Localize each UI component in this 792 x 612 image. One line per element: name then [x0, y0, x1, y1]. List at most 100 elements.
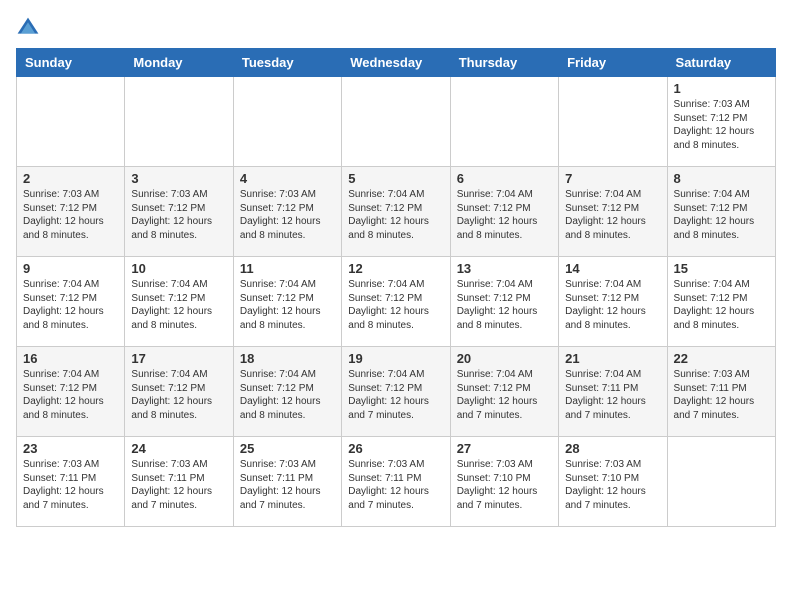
calendar-day-cell: 10 Sunrise: 7:04 AM Sunset: 7:12 PM Dayli… [125, 257, 233, 347]
day-number: 22 [674, 351, 769, 366]
calendar-day-cell: 23 Sunrise: 7:03 AM Sunset: 7:11 PM Dayli… [17, 437, 125, 527]
calendar-day-cell: 15 Sunrise: 7:04 AM Sunset: 7:12 PM Dayli… [667, 257, 775, 347]
day-number: 6 [457, 171, 552, 186]
weekday-header-cell: Thursday [450, 49, 558, 77]
day-info: Sunrise: 7:04 AM Sunset: 7:12 PM Dayligh… [131, 278, 226, 332]
day-info: Sunrise: 7:03 AM Sunset: 7:10 PM Dayligh… [457, 458, 552, 512]
day-number: 3 [131, 171, 226, 186]
day-info: Sunrise: 7:03 AM Sunset: 7:11 PM Dayligh… [674, 368, 769, 422]
day-info: Sunrise: 7:04 AM Sunset: 7:12 PM Dayligh… [565, 278, 660, 332]
calendar-day-cell: 16 Sunrise: 7:04 AM Sunset: 7:12 PM Dayli… [17, 347, 125, 437]
day-number: 12 [348, 261, 443, 276]
day-number: 9 [23, 261, 118, 276]
weekday-header-cell: Monday [125, 49, 233, 77]
calendar-day-cell [559, 77, 667, 167]
calendar-day-cell: 20 Sunrise: 7:04 AM Sunset: 7:12 PM Dayli… [450, 347, 558, 437]
day-number: 16 [23, 351, 118, 366]
calendar-day-cell: 5 Sunrise: 7:04 AM Sunset: 7:12 PM Daylig… [342, 167, 450, 257]
calendar-day-cell: 9 Sunrise: 7:04 AM Sunset: 7:12 PM Daylig… [17, 257, 125, 347]
calendar-day-cell: 25 Sunrise: 7:03 AM Sunset: 7:11 PM Dayli… [233, 437, 341, 527]
calendar-day-cell: 7 Sunrise: 7:04 AM Sunset: 7:12 PM Daylig… [559, 167, 667, 257]
calendar-day-cell: 24Sunrise: 7:03 AM Sunset: 7:11 PM Dayli… [125, 437, 233, 527]
weekday-header-cell: Friday [559, 49, 667, 77]
calendar-day-cell: 8 Sunrise: 7:04 AM Sunset: 7:12 PM Daylig… [667, 167, 775, 257]
day-info: Sunrise: 7:04 AM Sunset: 7:12 PM Dayligh… [240, 368, 335, 422]
weekday-header-cell: Tuesday [233, 49, 341, 77]
day-number: 14 [565, 261, 660, 276]
calendar-day-cell [342, 77, 450, 167]
calendar-day-cell: 17 Sunrise: 7:04 AM Sunset: 7:12 PM Dayli… [125, 347, 233, 437]
calendar-day-cell: 12 Sunrise: 7:04 AM Sunset: 7:12 PM Dayli… [342, 257, 450, 347]
day-number: 8 [674, 171, 769, 186]
day-number: 7 [565, 171, 660, 186]
day-number: 1 [674, 81, 769, 96]
calendar-week-row: 1 Sunrise: 7:03 AM Sunset: 7:12 PM Daylig… [17, 77, 776, 167]
calendar-day-cell [450, 77, 558, 167]
calendar-week-row: 23 Sunrise: 7:03 AM Sunset: 7:11 PM Dayli… [17, 437, 776, 527]
day-info: Sunrise: 7:04 AM Sunset: 7:12 PM Dayligh… [674, 188, 769, 242]
day-number: 25 [240, 441, 335, 456]
day-number: 15 [674, 261, 769, 276]
day-number: 4 [240, 171, 335, 186]
day-number: 19 [348, 351, 443, 366]
page-header [16, 16, 776, 40]
calendar-day-cell: 19 Sunrise: 7:04 AM Sunset: 7:12 PM Dayli… [342, 347, 450, 437]
day-info: Sunrise: 7:04 AM Sunset: 7:12 PM Dayligh… [348, 188, 443, 242]
weekday-header-row: SundayMondayTuesdayWednesdayThursdayFrid… [17, 49, 776, 77]
day-info: Sunrise: 7:04 AM Sunset: 7:12 PM Dayligh… [348, 278, 443, 332]
day-number: 21 [565, 351, 660, 366]
day-info: Sunrise: 7:04 AM Sunset: 7:12 PM Dayligh… [240, 278, 335, 332]
calendar-day-cell [667, 437, 775, 527]
day-info: Sunrise: 7:03 AM Sunset: 7:12 PM Dayligh… [131, 188, 226, 242]
day-info: Sunrise: 7:03 AM Sunset: 7:11 PM Dayligh… [348, 458, 443, 512]
day-number: 20 [457, 351, 552, 366]
day-info: Sunrise: 7:04 AM Sunset: 7:12 PM Dayligh… [348, 368, 443, 422]
day-info: Sunrise: 7:04 AM Sunset: 7:12 PM Dayligh… [131, 368, 226, 422]
calendar-day-cell: 27Sunrise: 7:03 AM Sunset: 7:10 PM Dayli… [450, 437, 558, 527]
day-info: Sunrise: 7:03 AM Sunset: 7:12 PM Dayligh… [674, 98, 769, 152]
day-info: Sunrise: 7:04 AM Sunset: 7:12 PM Dayligh… [674, 278, 769, 332]
day-info: Sunrise: 7:03 AM Sunset: 7:11 PM Dayligh… [131, 458, 226, 512]
day-info: Sunrise: 7:03 AM Sunset: 7:12 PM Dayligh… [23, 188, 118, 242]
calendar-day-cell: 14 Sunrise: 7:04 AM Sunset: 7:12 PM Dayli… [559, 257, 667, 347]
day-number: 11 [240, 261, 335, 276]
calendar-table: SundayMondayTuesdayWednesdayThursdayFrid… [16, 48, 776, 527]
day-info: Sunrise: 7:04 AM Sunset: 7:12 PM Dayligh… [23, 368, 118, 422]
calendar-day-cell [233, 77, 341, 167]
calendar-day-cell: 3 Sunrise: 7:03 AM Sunset: 7:12 PM Daylig… [125, 167, 233, 257]
day-number: 5 [348, 171, 443, 186]
day-number: 26 [348, 441, 443, 456]
day-info: Sunrise: 7:04 AM Sunset: 7:12 PM Dayligh… [565, 188, 660, 242]
day-number: 23 [23, 441, 118, 456]
calendar-day-cell [17, 77, 125, 167]
day-number: 28 [565, 441, 660, 456]
weekday-header-cell: Wednesday [342, 49, 450, 77]
day-info: Sunrise: 7:04 AM Sunset: 7:12 PM Dayligh… [457, 368, 552, 422]
logo-icon [16, 16, 40, 40]
calendar-day-cell: 4 Sunrise: 7:03 AM Sunset: 7:12 PM Daylig… [233, 167, 341, 257]
calendar-day-cell: 1 Sunrise: 7:03 AM Sunset: 7:12 PM Daylig… [667, 77, 775, 167]
day-info: Sunrise: 7:04 AM Sunset: 7:12 PM Dayligh… [457, 188, 552, 242]
day-info: Sunrise: 7:03 AM Sunset: 7:11 PM Dayligh… [23, 458, 118, 512]
day-info: Sunrise: 7:03 AM Sunset: 7:11 PM Dayligh… [240, 458, 335, 512]
calendar-day-cell: 28 Sunrise: 7:03 AM Sunset: 7:10 PM Dayli… [559, 437, 667, 527]
calendar-day-cell: 2 Sunrise: 7:03 AM Sunset: 7:12 PM Daylig… [17, 167, 125, 257]
calendar-day-cell: 22 Sunrise: 7:03 AM Sunset: 7:11 PM Dayli… [667, 347, 775, 437]
day-info: Sunrise: 7:04 AM Sunset: 7:12 PM Dayligh… [23, 278, 118, 332]
calendar-week-row: 2 Sunrise: 7:03 AM Sunset: 7:12 PM Daylig… [17, 167, 776, 257]
calendar-day-cell [125, 77, 233, 167]
calendar-day-cell: 11 Sunrise: 7:04 AM Sunset: 7:12 PM Dayli… [233, 257, 341, 347]
calendar-body: 1 Sunrise: 7:03 AM Sunset: 7:12 PM Daylig… [17, 77, 776, 527]
logo [16, 16, 44, 40]
day-info: Sunrise: 7:03 AM Sunset: 7:12 PM Dayligh… [240, 188, 335, 242]
day-number: 17 [131, 351, 226, 366]
calendar-day-cell: 21Sunrise: 7:04 AM Sunset: 7:11 PM Dayli… [559, 347, 667, 437]
weekday-header-cell: Saturday [667, 49, 775, 77]
calendar-week-row: 9 Sunrise: 7:04 AM Sunset: 7:12 PM Daylig… [17, 257, 776, 347]
day-number: 18 [240, 351, 335, 366]
day-number: 2 [23, 171, 118, 186]
day-info: Sunrise: 7:03 AM Sunset: 7:10 PM Dayligh… [565, 458, 660, 512]
calendar-day-cell: 18 Sunrise: 7:04 AM Sunset: 7:12 PM Dayli… [233, 347, 341, 437]
calendar-day-cell: 13Sunrise: 7:04 AM Sunset: 7:12 PM Dayli… [450, 257, 558, 347]
day-number: 10 [131, 261, 226, 276]
